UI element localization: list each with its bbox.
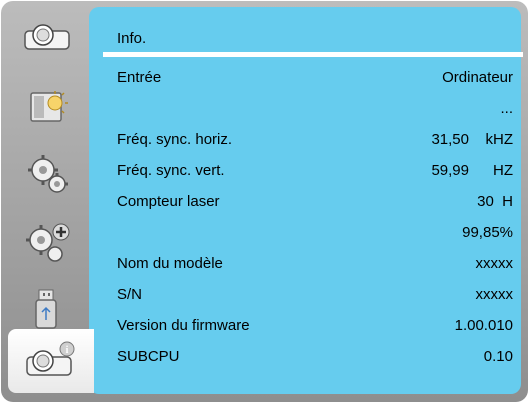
row-hsync: Fréq. sync. horiz. 31,50 kHZ (117, 131, 513, 151)
projector-icon (23, 24, 70, 50)
row-input: Entrée Ordinateur (117, 69, 513, 89)
row-label: Fréq. sync. horiz. (117, 131, 233, 148)
sidebar-item-expanded[interactable] (5, 215, 88, 269)
sidebar-item-setup[interactable] (5, 147, 88, 201)
row-label: Compteur laser (117, 193, 220, 210)
row-label: S/N (117, 286, 143, 303)
sidebar-item-image[interactable] (5, 10, 88, 64)
row-serial: S/N xxxxx (117, 286, 513, 306)
row-value: 1.00.010 (454, 317, 513, 334)
gear-plus-icon (25, 223, 69, 262)
svg-text:i: i (66, 345, 69, 356)
row-model-name: Nom du modèle xxxxx (117, 255, 513, 275)
row-unit: HZ (493, 162, 513, 179)
row-label: Version du firmware (117, 317, 250, 334)
title-divider (103, 52, 523, 57)
row-value: ... (500, 100, 513, 117)
panel-title: Info. (117, 30, 147, 47)
sidebar-item-info[interactable]: i (8, 329, 94, 393)
row-input-detail: ... (117, 100, 513, 120)
row-unit: kHZ (485, 131, 514, 148)
osd-menu-frame: i Info. Entrée Ordinateur ... Fréq. sync… (1, 1, 528, 402)
menu-sidebar: i (5, 7, 94, 396)
row-value: 0.10 (483, 348, 513, 365)
row-value: xxxxx (475, 255, 514, 272)
row-label: Fréq. sync. vert. (117, 162, 225, 179)
row-number: 59,99 (431, 162, 469, 179)
sidebar-item-display[interactable] (5, 80, 88, 134)
usb-drive-icon (34, 289, 57, 329)
row-value: Ordinateur (442, 69, 513, 86)
row-firmware: Version du firmware 1.00.010 (117, 317, 513, 337)
row-label: SUBCPU (117, 348, 180, 365)
row-subcpu: SUBCPU 0.10 (117, 348, 513, 368)
row-value: 30 H (477, 193, 513, 210)
gear-icon (27, 155, 68, 193)
row-laser-percent: 99,85% (117, 224, 513, 244)
row-label: Entrée (117, 69, 162, 86)
row-vsync: Fréq. sync. vert. 59,99 HZ (117, 162, 513, 182)
info-panel: Info. Entrée Ordinateur ... Fréq. sync. … (89, 7, 523, 394)
row-value: 99,85% (462, 224, 513, 241)
row-laser-counter: Compteur laser 30 H (117, 193, 513, 213)
row-value: xxxxx (475, 286, 514, 303)
row-number: 31,50 (431, 131, 469, 148)
row-label: Nom du modèle (117, 255, 223, 272)
display-brightness-icon (29, 91, 68, 122)
projector-info-icon: i (26, 341, 75, 376)
